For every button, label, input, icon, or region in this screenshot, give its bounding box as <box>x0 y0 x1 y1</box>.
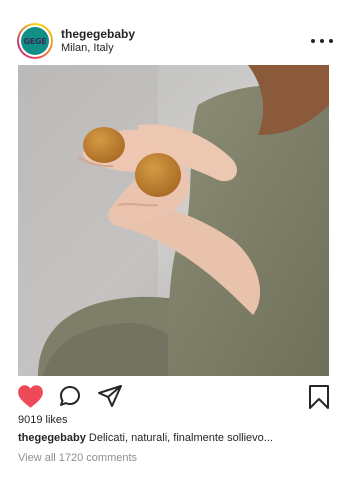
bookmark-icon[interactable] <box>307 384 331 415</box>
avatar-ring: GEGE <box>19 25 51 57</box>
send-icon-svg <box>98 385 122 407</box>
comment-icon-svg <box>60 386 80 406</box>
instagram-post: GEGE thegegebaby Milan, Italy 9019 likes… <box>0 0 348 499</box>
heart-icon[interactable] <box>17 384 44 414</box>
comment-icon[interactable] <box>58 384 82 413</box>
more-dot <box>320 39 324 43</box>
send-icon[interactable] <box>97 384 123 413</box>
location[interactable]: Milan, Italy <box>61 42 114 54</box>
more-options-icon[interactable] <box>311 34 333 48</box>
caption-text: Delicati, naturali, finalmente sollievo.… <box>88 432 273 444</box>
post-header: GEGE thegegebaby Milan, Italy <box>0 0 348 64</box>
caption-username[interactable]: thegegebaby <box>18 432 86 444</box>
username[interactable]: thegegebaby <box>61 27 135 41</box>
likes-count[interactable]: 9019 likes <box>18 414 68 426</box>
more-dot <box>311 39 315 43</box>
view-comments-link[interactable]: View all 1720 comments <box>18 452 137 464</box>
action-bar <box>0 380 348 414</box>
heart-icon-svg <box>18 385 43 408</box>
avatar-logo-text: GEGE <box>23 36 47 46</box>
caption: thegegebaby Delicati, naturali, finalmen… <box>18 432 330 444</box>
post-image[interactable] <box>18 65 329 376</box>
post-photo <box>18 65 329 376</box>
bookmark-icon-svg <box>309 385 329 409</box>
more-dot <box>329 39 333 43</box>
avatar[interactable]: GEGE <box>17 23 53 59</box>
avatar-logo: GEGE <box>21 27 49 55</box>
